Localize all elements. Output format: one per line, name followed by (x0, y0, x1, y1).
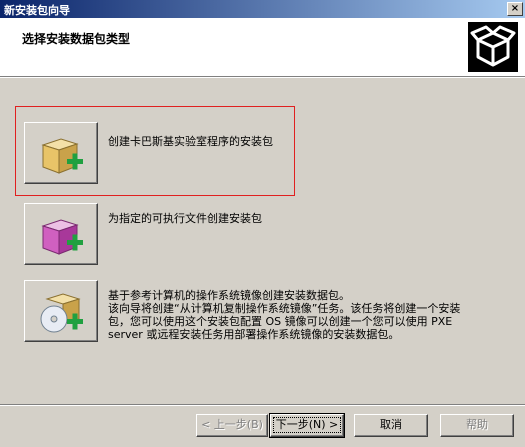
help-button-label: 帮助 (466, 418, 488, 431)
footer-divider (0, 404, 525, 406)
description-line: 该向导将创建“从计算机复制操作系统镜像”任务。该任务将创建一个安装 (108, 302, 461, 315)
title-bar: 新安装包向导 × (0, 0, 525, 18)
next-button[interactable]: 下一步(N) > (269, 413, 345, 438)
header-divider (0, 76, 525, 78)
page-title: 选择安装数据包类型 (22, 32, 131, 46)
wizard-header: 选择安装数据包类型 (0, 18, 525, 76)
option-os-image-description: 该向导将创建“从计算机复制操作系统镜像”任务。该任务将创建一个安装 包，您可以使… (108, 302, 518, 341)
description-line: server 或远程安装任务用部署操作系统镜像的安装数据包。 (108, 328, 400, 341)
window-title: 新安装包向导 (4, 4, 70, 17)
disc-box-plus-icon (40, 293, 83, 333)
close-button[interactable]: × (507, 2, 523, 16)
back-button-label: < 上一步(B) (201, 418, 263, 431)
option-executable-package-button[interactable] (24, 203, 98, 265)
description-line: 包，您可以使用这个安装包配置 OS 镜像可以创建一个您可以使用 PXE (108, 315, 453, 328)
box-plus-icon (41, 219, 83, 255)
help-button[interactable]: 帮助 (440, 414, 514, 437)
back-button[interactable]: < 上一步(B) (196, 414, 268, 437)
option-kaspersky-package-button[interactable] (24, 122, 98, 184)
option-os-image-label: 基于参考计算机的操作系统镜像创建安装数据包。 (108, 289, 350, 302)
cancel-button-label: 取消 (380, 418, 402, 431)
box-plus-icon (41, 138, 83, 174)
package-box-icon (468, 22, 518, 72)
option-kaspersky-label: 创建卡巴斯基实验室程序的安装包 (108, 135, 273, 148)
next-button-label: 下一步(N) > (272, 417, 342, 433)
cancel-button[interactable]: 取消 (354, 414, 428, 437)
option-executable-label: 为指定的可执行文件创建安装包 (108, 212, 262, 225)
option-os-image-package-button[interactable] (24, 280, 98, 342)
